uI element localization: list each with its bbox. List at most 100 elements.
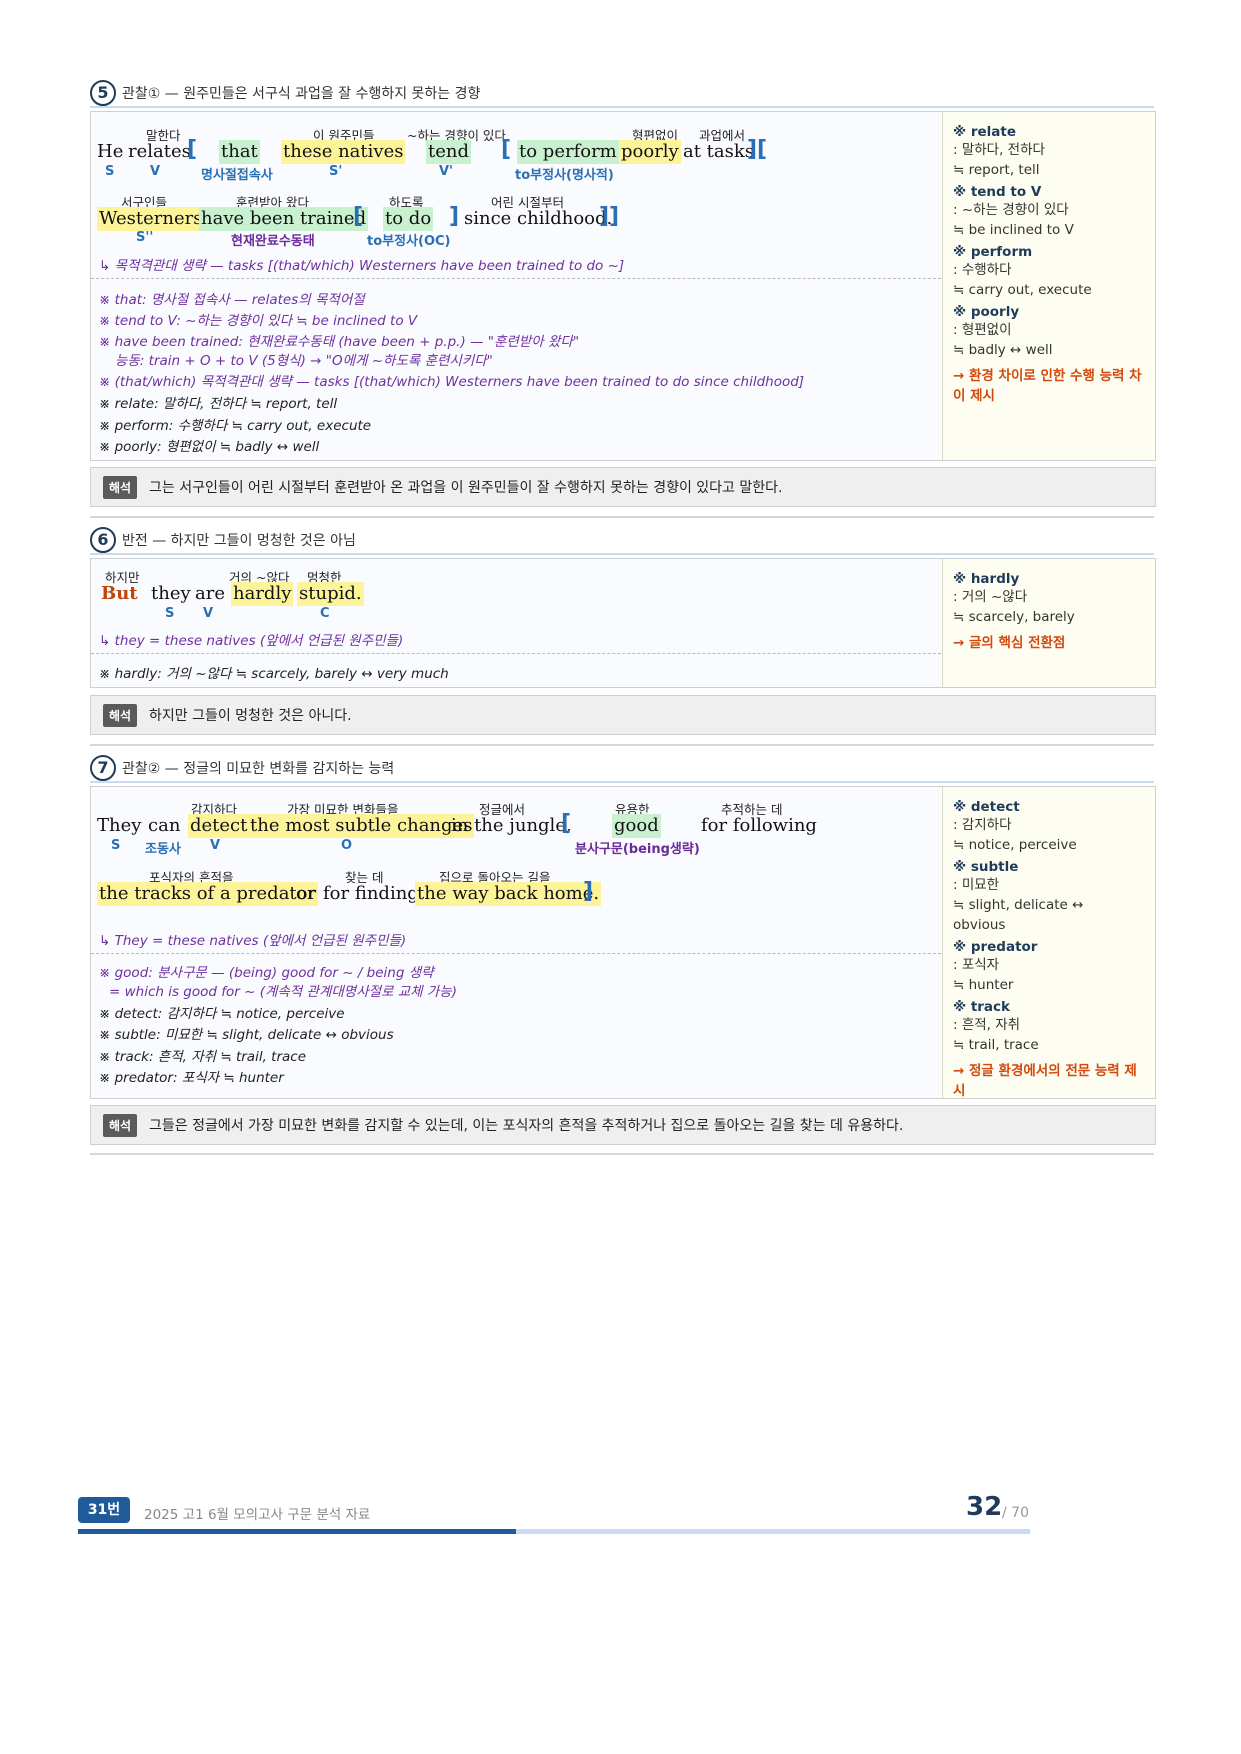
word-that: that: [219, 140, 260, 164]
bracket-close: ][: [747, 137, 768, 162]
grammar-note: ※ good: 분사구문 — (being) good for ~ / bein…: [99, 965, 434, 981]
bracket-close: ]: [583, 879, 594, 904]
section-number: 6: [90, 527, 116, 553]
vocab-term: ※ hardly: [953, 571, 1020, 587]
grammar-note: ※ that: 명사절 접속사 — relates의 목적어절: [99, 292, 365, 308]
section-title: 관찰① — 원주민들은 서구식 과업을 잘 수행하지 못하는 경향: [122, 86, 481, 102]
bracket-open: [: [501, 137, 512, 162]
vocab-meaning: : 흔적, 자취: [953, 1017, 1021, 1033]
label-to-inf: to부정사(OC): [367, 234, 451, 249]
vocab-note: ※ hardly: 거의 ~않다 ≒ scarcely, barely ↔ ve…: [99, 666, 449, 682]
progress-track: [78, 1529, 1030, 1534]
word-are: are: [195, 583, 225, 604]
label-subject: S'': [136, 230, 154, 245]
section-number: 7: [90, 755, 116, 781]
label-aux: 조동사: [145, 842, 181, 857]
dashed-divider: [91, 278, 941, 279]
label-object: O: [341, 838, 353, 853]
label-conj: 명사절접속사: [201, 168, 273, 183]
vocab-note: ※ track: 흔적, 자취 ≒ trail, trace: [99, 1049, 306, 1065]
vocab-term: ※ predator: [953, 939, 1038, 955]
vocab-term: ※ relate: [953, 124, 1016, 140]
translation-text: 하지만 그들이 멍청한 것은 아니다.: [149, 708, 352, 724]
vocab-synonym: ≒ slight, delicate ↔: [953, 897, 1084, 913]
word-or: or: [296, 883, 316, 904]
vocab-meaning: : 수행하다: [953, 262, 1012, 278]
translation-badge: 해석: [103, 704, 138, 727]
grammar-note: = which is good for ~ (계속적 관계대명사절로 교체 가능…: [109, 984, 457, 1000]
word-stupid: stupid.: [297, 582, 364, 606]
vocab-synonym: ≒ be inclined to V: [953, 222, 1074, 238]
grammar-note: 능동: train + O + to V (5형식) → "O에게 ~하도록 훈…: [115, 353, 493, 369]
vocab-synonym: ≒ hunter: [953, 977, 1014, 993]
vocab-term: ※ track: [953, 999, 1011, 1015]
word-to-do: to do: [383, 207, 434, 231]
label-subject: S: [165, 606, 175, 621]
bracket-close: ]: [449, 204, 460, 229]
vocab-term: ※ tend to V: [953, 184, 1042, 200]
arrow-note: ↳ They = these natives (앞에서 언급된 원주민들): [99, 933, 407, 949]
word-in-the-jungle: in the jungle,: [451, 815, 572, 836]
word-westerners: Westerners: [97, 207, 205, 231]
grammar-note: ※ tend to V: ~하는 경향이 있다 ≒ be inclined to…: [99, 313, 418, 329]
vocab-synonym: obvious: [953, 917, 1006, 933]
grammar-note: ※ (that/which) 목적격관대 생략 — tasks [(that/w…: [99, 374, 805, 390]
vocab-note: ※ poorly: 형편없이 ≒ badly ↔ well: [99, 439, 320, 455]
word-since-childhood: since childhood.: [464, 208, 613, 229]
page-total: / 70: [1002, 1505, 1029, 1521]
word-poorly: poorly: [619, 140, 681, 164]
section-7-header: 7 관찰② — 정글의 미묘한 변화를 감지하는 능력: [90, 755, 1154, 783]
word-relates: relates: [128, 141, 191, 162]
vocab-term: ※ subtle: [953, 859, 1019, 875]
vocab-sidebar: ※ relate : 말하다, 전하다 ≒ report, tell ※ ten…: [942, 112, 1155, 460]
vocab-meaning: : 감지하다: [953, 817, 1012, 833]
word-most-subtle-changes: the most subtle changes: [248, 814, 475, 838]
word-hardly: hardly: [231, 582, 294, 606]
vocab-synonym: ≒ carry out, execute: [953, 282, 1092, 298]
question-badge: 31번: [78, 1497, 130, 1523]
label-verb: V: [150, 164, 161, 179]
label-verb: V: [210, 838, 221, 853]
section-number: 5: [90, 80, 116, 106]
section-title: 관찰② — 정글의 미묘한 변화를 감지하는 능력: [122, 761, 395, 777]
arrow-note: ↳ they = these natives (앞에서 언급된 원주민들): [99, 633, 404, 649]
analysis-box-7: 감지하다 가장 미묘한 변화들을 정글에서 유용한 추적하는 데 They ca…: [90, 786, 1156, 1099]
label-verb: V': [439, 164, 454, 179]
word-he: He: [97, 141, 124, 162]
vocab-meaning: : 포식자: [953, 957, 1000, 973]
vocab-synonym: ≒ report, tell: [953, 162, 1040, 178]
label-subject: S: [105, 164, 115, 179]
vocab-meaning: : 미묘한: [953, 877, 1000, 893]
vocab-term: ※ poorly: [953, 304, 1020, 320]
analysis-main: 하지만 거의 ~않다 멍청한 But they are hardly stupi…: [91, 559, 941, 687]
word-for-following: for following: [701, 815, 817, 836]
footer-title: 2025 고1 6월 모의고사 구문 분석 자료: [144, 1507, 371, 1523]
section-5-header: 5 관찰① — 원주민들은 서구식 과업을 잘 수행하지 못하는 경향: [90, 80, 1154, 108]
translation-box-7: 해석 그들은 정글에서 가장 미묘한 변화를 감지할 수 있는데, 이는 포식자…: [90, 1105, 1156, 1145]
word-way-back-home: the way back home.: [415, 882, 602, 906]
section-title: 반전 — 하지만 그들이 멍청한 것은 아님: [122, 533, 356, 549]
bracket-close: ]]: [599, 204, 620, 229]
word-but: But: [101, 583, 138, 604]
translation-box-6: 해석 하지만 그들이 멍청한 것은 아니다.: [90, 695, 1156, 735]
translation-box-5: 해석 그는 서구인들이 어린 시절부터 훈련받아 온 과업을 이 원주민들이 잘…: [90, 467, 1156, 507]
word-at-tasks: at tasks: [683, 141, 755, 162]
label-participle: 분사구문(being생략): [575, 842, 700, 857]
word-tracks-of-predator: the tracks of a predator: [97, 882, 319, 906]
word-detect: detect: [188, 814, 250, 838]
vocab-term: ※ perform: [953, 244, 1033, 260]
vocab-note: ※ perform: 수행하다 ≒ carry out, execute: [99, 418, 372, 434]
dashed-divider: [91, 653, 941, 654]
word-can: can: [148, 815, 181, 836]
label-subject: S: [111, 838, 121, 853]
vocab-term: ※ detect: [953, 799, 1020, 815]
arrow-note: ↳ 목적격관대 생략 — tasks [(that/which) Western…: [99, 258, 625, 274]
translation-badge: 해석: [103, 1114, 138, 1137]
grammar-note: ※ have been trained: 현재완료수동태 (have been …: [99, 334, 580, 350]
vocab-note: ※ predator: 포식자 ≒ hunter: [99, 1070, 284, 1086]
dashed-divider: [91, 953, 941, 954]
vocab-synonym: ≒ scarcely, barely: [953, 609, 1075, 625]
analysis-box-6: 하지만 거의 ~않다 멍청한 But they are hardly stupi…: [90, 558, 1156, 688]
word-to-perform: to perform: [517, 140, 619, 164]
word-have-been-trained: have been trained: [199, 207, 369, 231]
